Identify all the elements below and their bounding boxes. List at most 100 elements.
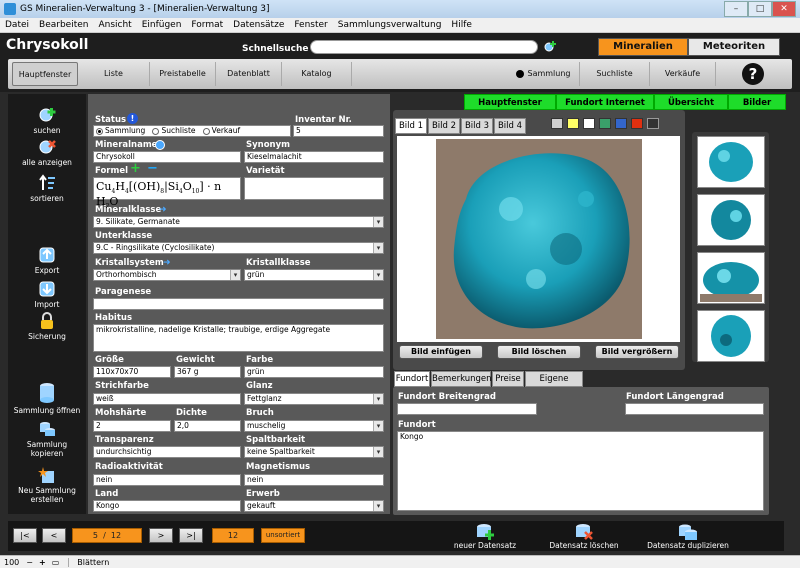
bruch-select[interactable]: muschelig [244,420,384,432]
sidebar-import[interactable]: Import [8,280,86,309]
menu-ansicht[interactable]: Ansicht [93,20,136,30]
nav-preistabelle[interactable]: Preistabelle [150,62,216,86]
dichte-field[interactable]: 2,0 [174,420,241,432]
tab-bild-1[interactable]: Bild 1 [395,118,427,134]
magnetismus-field[interactable]: nein [244,474,384,486]
land-field[interactable]: Kongo [93,500,241,512]
menu-einfuegen[interactable]: Einfügen [137,20,187,30]
globe-icon[interactable] [155,140,165,150]
search-add-icon[interactable] [543,40,557,54]
menu-format[interactable]: Format [186,20,228,30]
minimize-button[interactable]: – [724,1,748,17]
menu-sammlungsverwaltung[interactable]: Sammlungsverwaltung [333,20,447,30]
toggle-minerals[interactable]: Mineralien [598,38,688,56]
tab-bild-2[interactable]: Bild 2 [428,118,460,134]
zoom-in-button[interactable]: + [36,558,49,567]
delete-image-button[interactable]: Bild löschen [497,345,581,359]
mohs-field[interactable]: 2 [93,420,171,432]
kristallklasse-select[interactable]: grün [244,269,384,281]
nav-katalog[interactable]: Katalog [282,62,352,86]
laengengrad-field[interactable] [625,403,764,415]
swatch-black[interactable] [647,118,659,129]
menu-hilfe[interactable]: Hilfe [446,20,476,30]
insert-image-button[interactable]: Bild einfügen [399,345,483,359]
tab-fundort-internet[interactable]: Fundort Internet [556,94,654,110]
status-radio-suchliste[interactable]: Suchliste [152,126,196,135]
menu-fenster[interactable]: Fenster [289,20,332,30]
sidebar-show-all[interactable]: alle anzeigen [8,138,86,167]
last-record-button[interactable]: >| [179,528,203,543]
add-formula-icon[interactable]: + [130,162,141,175]
thumbnail-1[interactable] [697,136,765,188]
mineralklasse-select[interactable]: 9. Silikate, Germanate [93,216,384,228]
nav-hauptfenster[interactable]: Hauptfenster [12,62,78,86]
main-mineral-image[interactable] [397,136,680,342]
sort-status[interactable]: unsortiert [261,528,305,543]
synonym-field[interactable]: Kieselmalachit [244,151,384,163]
breitengrad-field[interactable] [397,403,537,415]
tab-bilder[interactable]: Bilder [728,94,786,110]
prev-record-button[interactable]: < [42,528,66,543]
thumbnail-3[interactable] [697,252,765,304]
tab-bild-3[interactable]: Bild 3 [461,118,493,134]
remove-formula-icon[interactable]: − [147,162,158,175]
next-record-button[interactable]: > [149,528,173,543]
sidebar-new-collection[interactable]: Neu Sammlung erstellen [8,466,86,504]
menu-datensaetze[interactable]: Datensätze [228,20,289,30]
sidebar-copy-collection[interactable]: Sammlung kopieren [8,420,86,458]
tab-bemerkungen[interactable]: Bemerkungen [431,371,492,387]
nav-suchliste[interactable]: Suchliste [580,62,650,86]
spaltbarkeit-select[interactable]: keine Spaltbarkeit [244,446,384,458]
swatch-red[interactable] [631,118,643,129]
erwerb-select[interactable]: gekauft [244,500,384,512]
sidebar-backup[interactable]: Sicherung [8,312,86,341]
radioaktivitaet-field[interactable]: nein [93,474,241,486]
paragenese-field[interactable] [93,298,384,310]
mineralname-field[interactable]: Chrysokoll [93,151,241,163]
unterklasse-select[interactable]: 9.C - Ringsilikate (Cyclosilikate) [93,242,384,254]
thumbnail-2[interactable] [697,194,765,246]
transparenz-field[interactable]: undurchsichtig [93,446,241,458]
glanz-select[interactable]: Fettglanz [244,393,384,405]
nav-liste[interactable]: Liste [78,62,150,86]
nav-datenblatt[interactable]: Datenblatt [216,62,282,86]
toggle-meteorites[interactable]: Meteoriten [688,38,780,56]
delete-record-button[interactable]: Datensatz löschen [544,523,624,550]
swatch-gray[interactable] [551,118,563,129]
sidebar-open-collection[interactable]: Sammlung öffnen [8,382,86,415]
gewicht-field[interactable]: 367 g [174,366,241,378]
sidebar-export[interactable]: Export [8,246,86,275]
info-icon[interactable]: ! [127,113,138,124]
status-radio-verkauf[interactable]: Verkauf [202,126,240,135]
strichfarbe-field[interactable]: weiß [93,393,241,405]
tab-hauptfenster[interactable]: Hauptfenster [464,94,556,110]
kristallsystem-select[interactable]: Orthorhombisch [93,269,241,281]
sidebar-sort[interactable]: sortieren [8,174,86,203]
link-arrow-icon[interactable]: ➜ [163,258,171,268]
farbe-field[interactable]: grün [244,366,384,378]
swatch-green[interactable] [599,118,611,129]
groesse-field[interactable]: 110x70x70 [93,366,171,378]
new-record-button[interactable]: neuer Datensatz [450,523,520,550]
swatch-yellow[interactable] [567,118,579,129]
duplicate-record-button[interactable]: Datensatz duplizieren [642,523,734,550]
menu-datei[interactable]: Datei [0,20,34,30]
tab-fundort[interactable]: Fundort [394,371,430,387]
nav-sammlung[interactable]: Sammlung [508,62,580,86]
fundort-field[interactable]: Kongo [397,431,764,511]
menu-bearbeiten[interactable]: Bearbeiten [34,20,93,30]
help-button[interactable]: ? [742,63,764,85]
tab-eigene-felder[interactable]: Eigene Felder [525,371,583,398]
zoom-out-button[interactable]: − [23,558,36,567]
enlarge-image-button[interactable]: Bild vergrößern [595,345,679,359]
formel-field[interactable]: Cu4H4[(OH)8|Si4O10] · n H2O [93,177,241,210]
habitus-field[interactable]: mikrokristalline, nadelige Kristalle; tr… [93,324,384,352]
sidebar-search[interactable]: suchen [8,106,86,135]
tab-uebersicht[interactable]: Übersicht [654,94,728,110]
tab-bild-4[interactable]: Bild 4 [494,118,526,134]
close-button[interactable]: ✕ [772,1,796,17]
layout-icon[interactable]: ▭ [49,558,63,567]
link-arrow-icon[interactable]: ➜ [159,205,167,215]
inventar-field[interactable]: 5 [293,125,384,137]
swatch-white[interactable] [583,118,595,129]
